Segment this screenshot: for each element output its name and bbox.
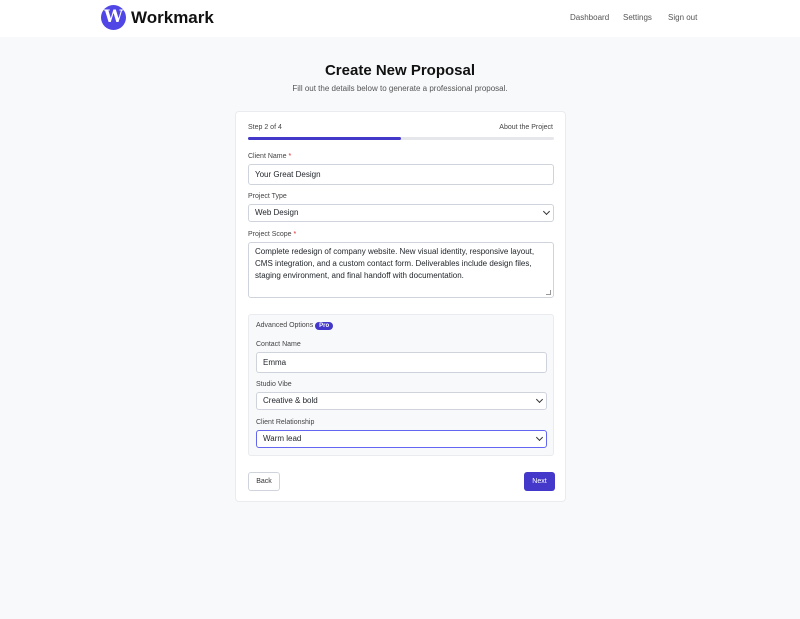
progress-bar [248,137,554,140]
client-name-label: Client Name * [248,153,292,160]
step-indicator: Step 2 of 4 [248,124,282,131]
project-type-select[interactable]: Web Design [248,204,554,222]
resize-handle-icon[interactable] [546,290,551,295]
progress-bar-fill [248,137,401,140]
advanced-options-title: Advanced Options Pro [256,322,334,330]
nav-settings-link[interactable]: Settings [623,13,652,22]
workmark-logo-icon[interactable]: W [101,5,126,30]
page-subtitle: Fill out the details below to generate a… [292,84,508,93]
studio-vibe-label: Studio Vibe [256,381,292,388]
client-name-input[interactable]: Your Great Design [248,164,554,185]
back-button[interactable]: Back [248,472,280,491]
project-scope-textarea[interactable]: Complete redesign of company website. Ne… [248,242,554,298]
chevron-down-icon [535,433,544,442]
project-type-label: Project Type [248,193,287,200]
project-scope-label: Project Scope * [248,231,297,238]
brand-name[interactable]: Workmark [131,8,214,28]
nav-sign-out-link[interactable]: Sign out [668,13,697,22]
chevron-down-icon [542,207,551,216]
step-section-title: About the Project [499,124,553,131]
chevron-down-icon [535,395,544,404]
next-button[interactable]: Next [524,472,555,491]
proposal-form-card: Step 2 of 4 About the Project Client Nam… [235,111,566,502]
top-navigation-bar: W Workmark Dashboard Settings Sign out [0,0,800,37]
advanced-options-panel: Advanced Options Pro Contact Name Emma S… [248,314,554,456]
client-relationship-label: Client Relationship [256,419,315,426]
nav-dashboard-link[interactable]: Dashboard [570,13,609,22]
contact-name-label: Contact Name [256,341,301,348]
studio-vibe-select[interactable]: Creative & bold [256,392,547,410]
pro-badge: Pro [315,322,334,330]
page-title: Create New Proposal [324,62,476,79]
contact-name-input[interactable]: Emma [256,352,547,373]
client-relationship-select[interactable]: Warm lead [256,430,547,448]
